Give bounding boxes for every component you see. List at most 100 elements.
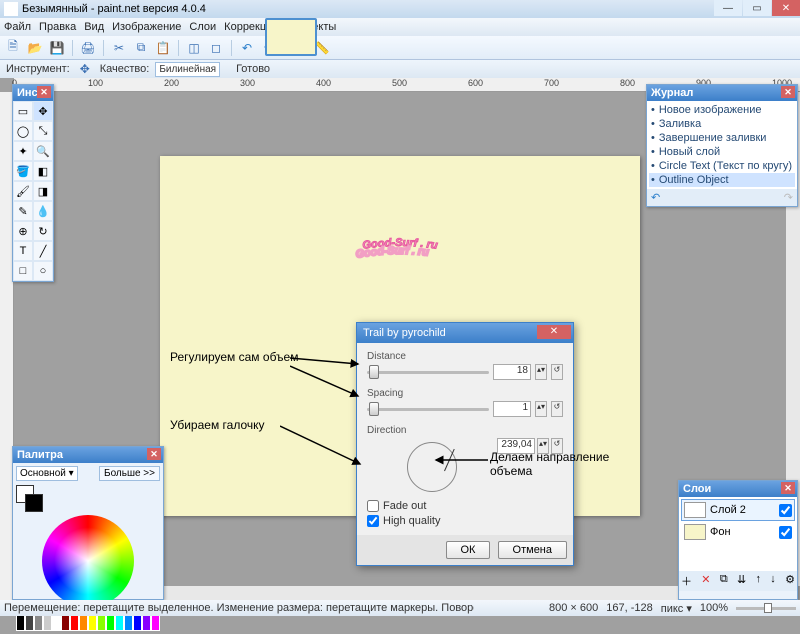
picker-tool[interactable]: 💧: [33, 201, 53, 221]
move-tool-icon[interactable]: ✥: [76, 60, 94, 78]
fill-tool[interactable]: 🪣: [13, 161, 33, 181]
lasso-tool[interactable]: ◯: [13, 121, 33, 141]
clone-tool[interactable]: ⊕: [13, 221, 33, 241]
distance-value[interactable]: 18: [493, 364, 531, 380]
history-item[interactable]: •Outline Object: [649, 173, 795, 187]
color-mode-dropdown[interactable]: Основной ▾: [16, 466, 78, 481]
redo-button[interactable]: ↷: [784, 191, 793, 204]
print-icon[interactable]: 🖨: [79, 39, 97, 57]
menu-layers[interactable]: Слои: [189, 21, 216, 33]
undo-button[interactable]: ↶: [651, 191, 660, 204]
history-panel: Журнал✕ •Новое изображение•Заливка•Завер…: [646, 84, 798, 207]
ok-button[interactable]: ОК: [446, 541, 491, 559]
layer-row[interactable]: Фон: [681, 521, 795, 543]
add-layer-icon[interactable]: ＋: [681, 573, 692, 589]
zoom-tool[interactable]: 🔍: [33, 141, 53, 161]
move-tool[interactable]: ✥: [33, 101, 53, 121]
window-title: Безымянный - paint.net версия 4.0.4: [22, 3, 206, 15]
shape-tool[interactable]: ○: [33, 261, 53, 281]
tools-panel-title[interactable]: Инст...✕: [13, 85, 53, 101]
menu-image[interactable]: Изображение: [112, 21, 181, 33]
app-icon: [4, 2, 18, 16]
gradient-tool[interactable]: ◧: [33, 161, 53, 181]
cut-icon[interactable]: ✂: [110, 39, 128, 57]
pencil-tool[interactable]: ✎: [13, 201, 33, 221]
background-swatch[interactable]: [25, 494, 43, 512]
undo-icon[interactable]: ↶: [238, 39, 256, 57]
status-unit[interactable]: пикс ▾: [661, 602, 692, 615]
history-item[interactable]: •Circle Text (Текст по кругу): [649, 159, 795, 173]
distance-spinner[interactable]: ▴▾: [535, 364, 547, 380]
direction-dial[interactable]: [407, 442, 457, 492]
copy-icon[interactable]: ⧉: [132, 39, 150, 57]
fadeout-checkbox[interactable]: [367, 500, 379, 512]
layer-props-icon[interactable]: ⚙: [785, 573, 795, 589]
arrow-icon: [280, 422, 370, 472]
more-button[interactable]: Больше >>: [99, 466, 160, 481]
title-bar: Безымянный - paint.net версия 4.0.4 — ▭ …: [0, 0, 800, 18]
wand-tool[interactable]: ✦: [13, 141, 33, 161]
brush-tool[interactable]: 🖌: [13, 181, 33, 201]
direction-label: Direction: [367, 425, 563, 436]
recolor-tool[interactable]: ↻: [33, 221, 53, 241]
spacing-slider[interactable]: [367, 408, 489, 411]
crop-icon[interactable]: ◫: [185, 39, 203, 57]
zoom-slider[interactable]: [736, 607, 796, 610]
delete-layer-icon[interactable]: ✕: [701, 573, 710, 589]
history-panel-title[interactable]: Журнал✕: [647, 85, 797, 101]
merge-layer-icon[interactable]: ⇊: [737, 573, 746, 589]
close-icon[interactable]: ✕: [781, 86, 795, 98]
spacing-reset-icon[interactable]: ↺: [551, 401, 563, 417]
spacing-value[interactable]: 1: [493, 401, 531, 417]
maximize-button[interactable]: ▭: [743, 0, 771, 16]
eraser-tool[interactable]: ◨: [33, 181, 53, 201]
history-item[interactable]: •Новое изображение: [649, 103, 795, 117]
distance-slider[interactable]: [367, 371, 489, 374]
up-layer-icon[interactable]: ↑: [755, 573, 761, 589]
deselect-icon[interactable]: ◻: [207, 39, 225, 57]
rect-tool[interactable]: □: [13, 261, 33, 281]
annotation-2: Убираем галочку: [170, 418, 265, 432]
open-icon[interactable]: 📂: [26, 39, 44, 57]
spacing-spinner[interactable]: ▴▾: [535, 401, 547, 417]
history-item[interactable]: •Завершение заливки: [649, 131, 795, 145]
minimize-button[interactable]: —: [714, 0, 742, 16]
menu-view[interactable]: Вид: [84, 21, 104, 33]
history-item[interactable]: •Новый слой: [649, 145, 795, 159]
zoom-label[interactable]: 100%: [700, 602, 728, 614]
new-icon[interactable]: 🗎: [4, 39, 22, 57]
save-icon[interactable]: 💾: [48, 39, 66, 57]
move-sel-tool[interactable]: ⤡: [33, 121, 53, 141]
document-thumbnail[interactable]: [265, 18, 317, 56]
color-wheel[interactable]: [42, 515, 134, 607]
close-icon[interactable]: ✕: [537, 325, 571, 339]
close-icon[interactable]: ✕: [147, 448, 161, 460]
colors-panel: Палитра✕ Основной ▾ Больше >>: [12, 446, 164, 600]
status-hint: Перемещение: перетащите выделенное. Изме…: [4, 602, 474, 614]
dialog-title-bar[interactable]: Trail by pyrochild✕: [357, 323, 573, 343]
layers-list[interactable]: Слой 2Фон: [679, 497, 797, 571]
text-tool[interactable]: T: [13, 241, 33, 261]
main-toolbar: 🗎 📂 💾 🖨 ✂ ⧉ 📋 ◫ ◻ ↶ ↷ ▦ 📏: [0, 36, 800, 60]
distance-reset-icon[interactable]: ↺: [551, 364, 563, 380]
rect-select-tool[interactable]: ▭: [13, 101, 33, 121]
quality-dropdown[interactable]: Билинейная: [155, 62, 220, 77]
down-layer-icon[interactable]: ↓: [770, 573, 776, 589]
close-icon[interactable]: ✕: [781, 482, 795, 494]
paste-icon[interactable]: 📋: [154, 39, 172, 57]
spacing-label: Spacing: [367, 388, 563, 399]
foreground-swatch[interactable]: [16, 485, 34, 503]
layer-row[interactable]: Слой 2: [681, 499, 795, 521]
history-item[interactable]: •Заливка: [649, 117, 795, 131]
layers-panel-title[interactable]: Слои✕: [679, 481, 797, 497]
history-list[interactable]: •Новое изображение•Заливка•Завершение за…: [647, 101, 797, 189]
cancel-button[interactable]: Отмена: [498, 541, 567, 559]
menu-edit[interactable]: Правка: [39, 21, 76, 33]
menu-file[interactable]: Файл: [4, 21, 31, 33]
highquality-checkbox[interactable]: [367, 515, 379, 527]
close-button[interactable]: ✕: [772, 0, 800, 16]
line-tool[interactable]: ╱: [33, 241, 53, 261]
colors-panel-title[interactable]: Палитра✕: [13, 447, 163, 463]
close-icon[interactable]: ✕: [37, 86, 51, 98]
dup-layer-icon[interactable]: ⧉: [720, 573, 728, 589]
